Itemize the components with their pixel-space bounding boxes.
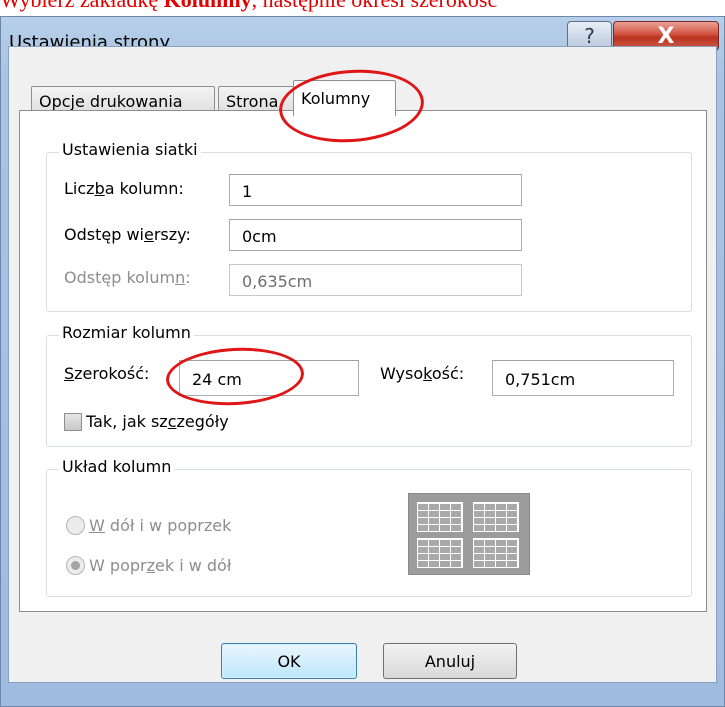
height-input[interactable]: 0,751cm	[492, 360, 674, 396]
ok-button[interactable]: OK	[221, 643, 357, 679]
caption-text-2: , następnie określ szerokość	[252, 0, 498, 12]
down-then-across-radio	[66, 516, 85, 535]
column-spacing-input: 0,635cm	[229, 264, 522, 296]
width-label: Szerokość:	[64, 364, 150, 383]
help-icon: ?	[584, 24, 595, 48]
tab-label: Strona	[226, 92, 279, 111]
across-then-down-radio	[66, 556, 85, 575]
row-spacing-input[interactable]: 0cm	[229, 219, 522, 251]
cancel-button[interactable]: Anuluj	[383, 643, 517, 679]
column-spacing-label: Odstęp kolumn:	[64, 268, 191, 287]
column-layout-legend: Układ kolumn	[59, 457, 175, 476]
column-count-input[interactable]: 1	[229, 174, 522, 206]
column-size-legend: Rozmiar kolumn	[59, 323, 194, 342]
close-icon: X	[657, 23, 675, 49]
same-as-detail-checkbox[interactable]	[64, 413, 82, 431]
preview-cell-icon	[417, 538, 463, 568]
instruction-caption: Wybierz zakładkę Kolumny, następnie okre…	[0, 0, 725, 17]
preview-cell-icon	[473, 502, 519, 532]
down-then-across-label: W dół i w poprzek	[89, 516, 232, 535]
tab-columns[interactable]: Kolumny	[293, 80, 396, 116]
height-label: Wysokość:	[380, 364, 465, 383]
row-spacing-label: Odstęp wierszy:	[64, 225, 191, 244]
tab-label: Kolumny	[301, 89, 371, 108]
grid-settings-legend: Ustawienia siatki	[59, 140, 201, 159]
width-input[interactable]: 24 cm	[179, 360, 359, 396]
column-layout-preview-icon	[408, 493, 530, 575]
column-count-label: Liczba kolumn:	[64, 179, 184, 198]
caption-text-1: Wybierz zakładkę	[0, 0, 164, 12]
preview-cell-icon	[473, 538, 519, 568]
caption-text-bold: Kolumny	[164, 0, 252, 12]
preview-cell-icon	[417, 502, 463, 532]
across-then-down-label: W poprzek i w dół	[89, 556, 232, 575]
same-as-detail-label: Tak, jak szczegóły	[86, 412, 229, 431]
tab-label: Opcje drukowania	[39, 92, 183, 111]
